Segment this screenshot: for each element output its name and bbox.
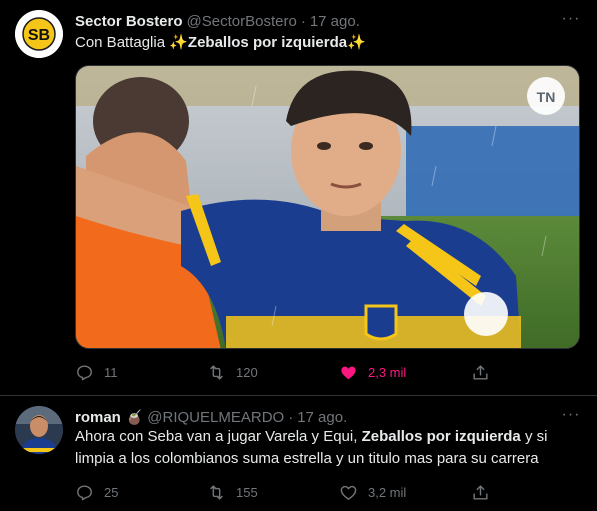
reply-count: 11 bbox=[104, 364, 118, 380]
reply-icon bbox=[77, 364, 92, 380]
display-name[interactable]: Sector Bostero bbox=[75, 13, 183, 30]
player-photo: TN bbox=[76, 66, 579, 348]
tweet-date[interactable]: 17 ago. bbox=[297, 409, 347, 426]
user-photo bbox=[15, 406, 63, 454]
reply-button[interactable]: 25 bbox=[75, 482, 207, 502]
retweet-count: 155 bbox=[236, 484, 258, 500]
tweet-header: roman 🧉 @RIQUELMEARDO · 17 ago. bbox=[75, 407, 347, 427]
mate-icon: 🧉 bbox=[125, 408, 144, 425]
tweet-date[interactable]: 17 ago. bbox=[310, 13, 360, 30]
avatar-logo-text: SB bbox=[28, 27, 50, 44]
more-icon[interactable]: ··· bbox=[559, 406, 583, 426]
sector-bostero-logo: SB bbox=[15, 10, 63, 58]
display-name[interactable]: roman bbox=[75, 409, 121, 426]
tweet-text-part1: Ahora con Seba van a jugar Varela y Equi… bbox=[75, 428, 362, 445]
tweet-text-plain: Con Battaglia bbox=[75, 34, 170, 51]
tn-badge-text: TN bbox=[537, 89, 556, 105]
tweet-text-bold: Zeballos por izquierda bbox=[361, 428, 521, 445]
share-button[interactable] bbox=[471, 362, 501, 382]
user-handle[interactable]: @RIQUELMEARDO bbox=[147, 409, 284, 426]
avatar[interactable] bbox=[15, 406, 63, 454]
like-icon bbox=[341, 366, 356, 379]
like-icon bbox=[340, 485, 357, 500]
separator: · bbox=[288, 408, 294, 426]
tweet-text: Con Battaglia ✨Zeballos por izquierda✨ bbox=[75, 32, 366, 54]
sparkles-icon: ✨ bbox=[347, 34, 366, 51]
reply-button[interactable]: 11 bbox=[75, 362, 207, 382]
share-icon bbox=[473, 484, 488, 500]
sparkles-icon: ✨ bbox=[169, 34, 188, 51]
tweet-actions: 11 120 2,3 mil bbox=[75, 362, 505, 382]
user-handle[interactable]: @SectorBostero bbox=[187, 13, 297, 30]
tweet-text-bold: Zeballos por izquierda bbox=[187, 34, 348, 51]
like-button[interactable]: 2,3 mil bbox=[339, 362, 471, 382]
avatar[interactable]: SB bbox=[15, 10, 63, 58]
like-button[interactable]: 3,2 mil bbox=[339, 482, 471, 502]
tweet[interactable]: SB Sector Bostero @SectorBostero · 17 ag… bbox=[0, 0, 597, 396]
reply-count: 25 bbox=[104, 484, 119, 500]
separator: · bbox=[300, 12, 306, 30]
tweet[interactable]: roman 🧉 @RIQUELMEARDO · 17 ago. ··· Ahor… bbox=[0, 396, 597, 511]
tweet-header: Sector Bostero @SectorBostero · 17 ago. bbox=[75, 11, 360, 31]
share-button[interactable] bbox=[471, 482, 501, 502]
like-count: 3,2 mil bbox=[368, 484, 407, 500]
more-icon[interactable]: ··· bbox=[559, 10, 583, 30]
share-icon bbox=[473, 364, 488, 380]
retweet-count: 120 bbox=[236, 364, 258, 380]
retweet-icon bbox=[210, 364, 223, 380]
retweet-icon bbox=[210, 484, 223, 500]
tweet-actions: 25 155 3,2 mil bbox=[75, 482, 505, 502]
tweet-photo[interactable]: TN bbox=[75, 65, 580, 349]
retweet-button[interactable]: 155 bbox=[207, 482, 339, 502]
like-count: 2,3 mil bbox=[368, 364, 407, 380]
tweet-text: Ahora con Seba van a jugar Varela y Equi… bbox=[75, 426, 585, 470]
retweet-button[interactable]: 120 bbox=[207, 362, 339, 382]
reply-icon bbox=[77, 484, 92, 500]
